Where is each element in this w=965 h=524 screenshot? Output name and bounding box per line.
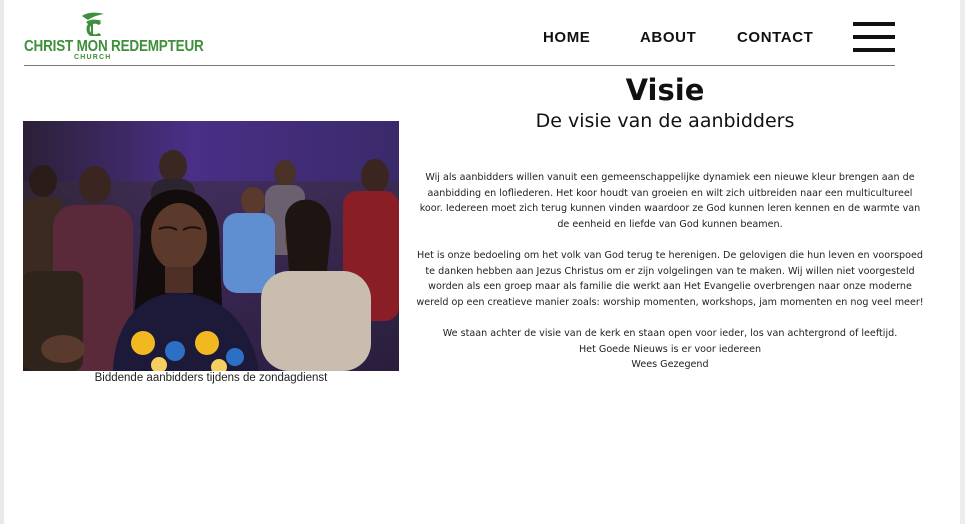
main-nav: HOME ABOUT CONTACT xyxy=(4,29,960,49)
page: CHRIST MON REDEMPTEUR CHURCH HOME ABOUT … xyxy=(4,0,960,524)
nav-about[interactable]: ABOUT xyxy=(640,29,696,46)
page-title: Visie xyxy=(625,73,705,107)
paragraph: We staan achter de visie van de kerk en … xyxy=(442,327,898,339)
closing-line: Het Goede Nieuws is er voor iedereen xyxy=(578,343,762,355)
vision-text: Wij als aanbidders willen vanuit een gem… xyxy=(415,170,925,373)
logo-subtitle: CHURCH xyxy=(74,54,112,61)
paragraph: Het is onze bedoeling om het volk van Go… xyxy=(416,249,924,308)
closing-line: Wees Gezegend xyxy=(631,359,709,371)
nav-home[interactable]: HOME xyxy=(543,29,590,46)
scrollbar-track[interactable] xyxy=(960,0,965,524)
header-divider xyxy=(24,65,895,66)
hamburger-icon[interactable] xyxy=(853,22,895,52)
page-subtitle: De visie van de aanbidders xyxy=(535,110,795,132)
paragraph: Wij als aanbidders willen vanuit een gem… xyxy=(419,172,921,230)
image-caption: Biddende aanbidders tijdens de zondagdie… xyxy=(94,372,328,384)
worshippers-photo xyxy=(23,121,399,371)
nav-contact[interactable]: CONTACT xyxy=(737,29,813,46)
